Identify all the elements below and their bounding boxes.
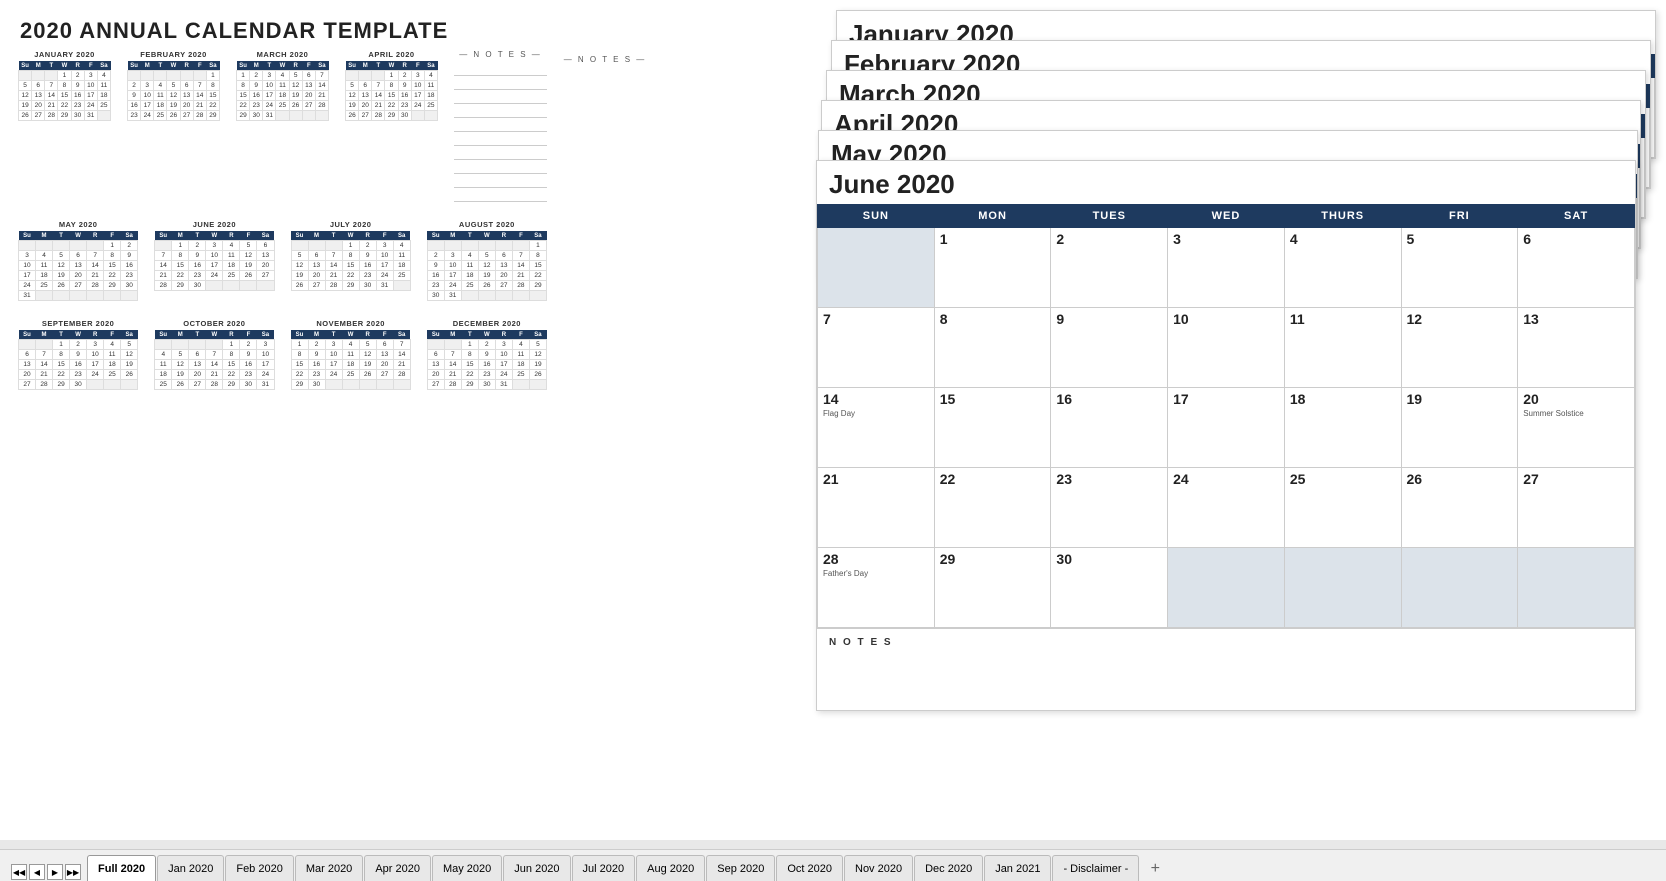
mini-month-title-10: NOVEMBER 2020 — [291, 319, 411, 328]
mini-month-title-5: JUNE 2020 — [154, 220, 274, 229]
mini-month-0: JANUARY 2020 SuMTWRFSa1234567891011121314… — [18, 50, 111, 121]
mini-table-9: SuMTWRFSa1234567891011121314151617181920… — [154, 330, 274, 390]
tab-jan-2020[interactable]: Jan 2020 — [157, 855, 224, 881]
tab-sep-2020[interactable]: Sep 2020 — [706, 855, 775, 881]
mini-month-3: APRIL 2020 SuMTWRFSa123456789101112131415… — [345, 50, 438, 121]
mini-month-title-11: DECEMBER 2020 — [427, 319, 547, 328]
mini-table-1: SuMTWRFSa1234567891011121314151617181920… — [127, 61, 220, 121]
mini-month-1: FEBRUARY 2020 SuMTWRFSa123456789101112131… — [127, 50, 220, 121]
june-table: SUNMONTUESWEDTHURSFRISAT 123456789101112… — [817, 204, 1635, 628]
tab-nav-first[interactable]: ◀◀ — [11, 864, 27, 880]
mini-table-4: SuMTWRFSa1234567891011121314151617181920… — [18, 231, 138, 301]
tab-nav[interactable]: ◀◀ ◀ ▶ ▶▶ — [10, 863, 82, 881]
tab-jun-2020[interactable]: Jun 2020 — [503, 855, 570, 881]
notes-line — [454, 132, 547, 146]
june-title: June 2020 — [829, 169, 1623, 200]
mini-row-2: SEPTEMBER 2020 SuMTWRFSa12345678910111213… — [10, 314, 555, 395]
table-row: 14Flag Day151617181920Summer Solstice — [818, 388, 1635, 468]
mini-month-title-4: MAY 2020 — [18, 220, 138, 229]
tabs-container: Full 2020Jan 2020Feb 2020Mar 2020Apr 202… — [87, 855, 1140, 881]
mini-table-0: SuMTWRFSa1234567891011121314151617181920… — [18, 61, 111, 121]
june-notes-lines — [829, 652, 1623, 702]
table-row: 123456 — [818, 228, 1635, 308]
table-row: 28Father's Day2930 — [818, 548, 1635, 628]
tab-nov-2020[interactable]: Nov 2020 — [844, 855, 913, 881]
notes-line — [454, 90, 547, 104]
mini-month-title-0: JANUARY 2020 — [18, 50, 111, 59]
spreadsheet-area: 2020 ANNUAL CALENDAR TEMPLATE January 20… — [0, 0, 1666, 840]
mini-month-8: SEPTEMBER 2020 SuMTWRFSa12345678910111213… — [18, 319, 138, 390]
notes-label-text: — N O T E S — — [454, 50, 547, 59]
mini-table-7: SuMTWRFSa1234567891011121314151617181920… — [427, 231, 547, 301]
mini-table-3: SuMTWRFSa1234567891011121314151617181920… — [345, 61, 438, 121]
monthly-card-june: June 2020 SUNMONTUESWEDTHURSFRISAT 12345… — [816, 160, 1636, 711]
mini-table-8: SuMTWRFSa1234567891011121314151617181920… — [18, 330, 138, 390]
tab-nav-next[interactable]: ▶ — [47, 864, 63, 880]
tab-full-2020[interactable]: Full 2020 — [87, 855, 156, 881]
tab-may-2020[interactable]: May 2020 — [432, 855, 502, 881]
event-label: Flag Day — [823, 409, 929, 418]
notes-line — [454, 76, 547, 90]
mini-month-6: JULY 2020 SuMTWRFSa1234567891011121314151… — [291, 220, 411, 291]
tab-nav-prev[interactable]: ◀ — [29, 864, 45, 880]
tab---disclaimer--[interactable]: - Disclaimer - — [1052, 855, 1139, 881]
tab-bar: ◀◀ ◀ ▶ ▶▶ Full 2020Jan 2020Feb 2020Mar 2… — [0, 849, 1666, 881]
event-label: Father's Day — [823, 569, 929, 578]
mini-month-title-6: JULY 2020 — [291, 220, 411, 229]
event-label: Summer Solstice — [1523, 409, 1629, 418]
notes-line — [454, 118, 547, 132]
mini-month-title-3: APRIL 2020 — [345, 50, 438, 59]
table-row: 78910111213 — [818, 308, 1635, 388]
tab-dec-2020[interactable]: Dec 2020 — [914, 855, 983, 881]
mini-cals-container: JANUARY 2020 SuMTWRFSa1234567891011121314… — [10, 45, 555, 403]
notes-area: — N O T E S — — [540, 55, 670, 67]
notes-line — [454, 188, 547, 202]
tab-nav-last[interactable]: ▶▶ — [65, 864, 81, 880]
tab-apr-2020[interactable]: Apr 2020 — [364, 855, 431, 881]
mini-month-11: DECEMBER 2020 SuMTWRFSa123456789101112131… — [427, 319, 547, 390]
mini-month-title-9: OCTOBER 2020 — [154, 319, 274, 328]
tab-mar-2020[interactable]: Mar 2020 — [295, 855, 363, 881]
mini-month-4: MAY 2020 SuMTWRFSa12345678910111213141516… — [18, 220, 138, 301]
tab-oct-2020[interactable]: Oct 2020 — [776, 855, 843, 881]
mini-table-2: SuMTWRFSa1234567891011121314151617181920… — [236, 61, 329, 121]
june-notes-title: N O T E S — [829, 637, 1623, 648]
mini-month-5: JUNE 2020 SuMTWRFSa1234567891011121314151… — [154, 220, 274, 291]
mini-month-10: NOVEMBER 2020 SuMTWRFSa123456789101112131… — [291, 319, 411, 390]
mini-row-1: MAY 2020 SuMTWRFSa12345678910111213141516… — [10, 215, 555, 306]
mini-month-7: AUGUST 2020 SuMTWRFSa12345678910111213141… — [427, 220, 547, 301]
tab-jul-2020[interactable]: Jul 2020 — [572, 855, 636, 881]
notes-line — [454, 146, 547, 160]
mini-table-6: SuMTWRFSa1234567891011121314151617181920… — [291, 231, 411, 291]
mini-month-2: MARCH 2020 SuMTWRFSa123456789101112131415… — [236, 50, 329, 121]
notes-line — [454, 174, 547, 188]
table-row: 21222324252627 — [818, 468, 1635, 548]
june-notes-section: N O T E S — [817, 628, 1635, 710]
mini-month-title-8: SEPTEMBER 2020 — [18, 319, 138, 328]
mini-table-10: SuMTWRFSa1234567891011121314151617181920… — [291, 330, 411, 390]
tab-aug-2020[interactable]: Aug 2020 — [636, 855, 705, 881]
mini-table-5: SuMTWRFSa1234567891011121314151617181920… — [154, 231, 274, 291]
notes-line — [454, 160, 547, 174]
add-tab-button[interactable]: + — [1143, 857, 1167, 881]
mini-month-title-1: FEBRUARY 2020 — [127, 50, 220, 59]
mini-month-9: OCTOBER 2020 SuMTWRFSa1234567891011121314… — [154, 319, 274, 390]
mini-table-11: SuMTWRFSa1234567891011121314151617181920… — [427, 330, 547, 390]
notes-line — [454, 104, 547, 118]
tab-feb-2020[interactable]: Feb 2020 — [225, 855, 293, 881]
mini-month-title-2: MARCH 2020 — [236, 50, 329, 59]
mini-notes: — N O T E S — — [454, 50, 547, 202]
notes-label: — N O T E S — — [540, 55, 670, 64]
mini-month-title-7: AUGUST 2020 — [427, 220, 547, 229]
mini-row-0: JANUARY 2020 SuMTWRFSa1234567891011121314… — [10, 45, 555, 207]
notes-line — [454, 62, 547, 76]
tab-jan-2021[interactable]: Jan 2021 — [984, 855, 1051, 881]
